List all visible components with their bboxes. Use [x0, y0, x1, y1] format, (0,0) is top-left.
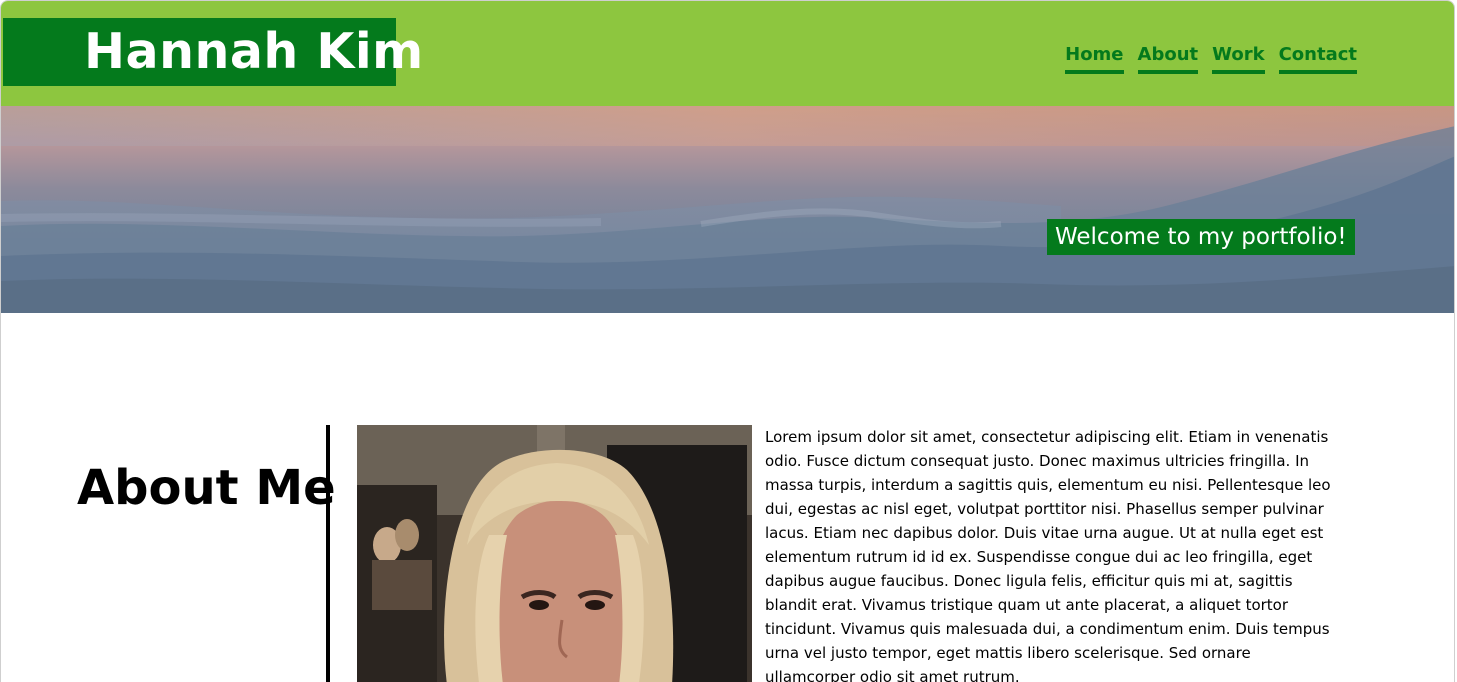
- profile-photo: [357, 425, 752, 682]
- site-name: Hannah Kim: [84, 23, 424, 80]
- main-nav: Home About Work Contact: [1065, 44, 1357, 74]
- welcome-banner: Welcome to my portfolio!: [1047, 219, 1355, 255]
- page-frame: Hannah Kim Home About Work Contact Welco…: [0, 0, 1455, 682]
- about-divider: [326, 425, 330, 682]
- site-header: Hannah Kim Home About Work Contact: [1, 1, 1454, 106]
- nav-link-contact[interactable]: Contact: [1278, 44, 1357, 74]
- hero-landscape-image: [1, 106, 1454, 313]
- about-heading: About Me: [77, 460, 336, 517]
- site-logo[interactable]: Hannah Kim: [3, 18, 423, 86]
- about-body-text: Lorem ipsum dolor sit amet, consectetur …: [765, 428, 1331, 682]
- nav-link-work[interactable]: Work: [1212, 44, 1265, 74]
- nav-link-home[interactable]: Home: [1065, 44, 1124, 74]
- hero-banner: Welcome to my portfolio!: [1, 106, 1454, 313]
- nav-link-about[interactable]: About: [1137, 44, 1199, 74]
